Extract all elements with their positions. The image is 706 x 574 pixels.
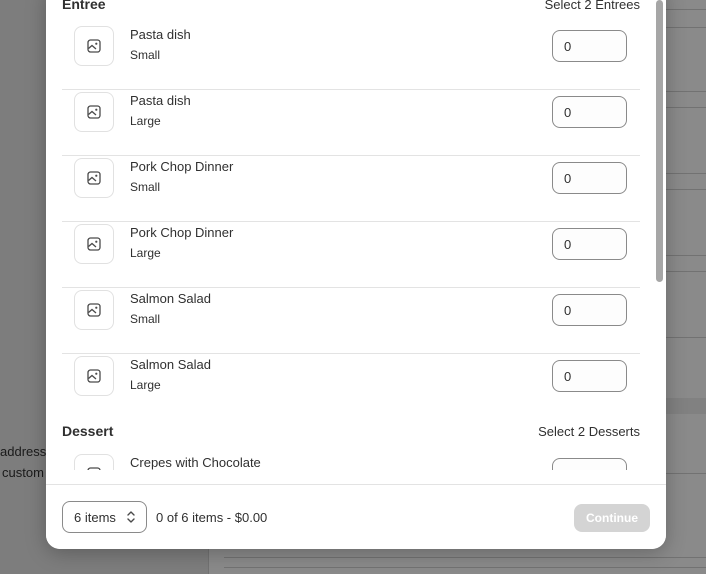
list-item: Salmon Salad Small [62, 288, 640, 354]
item-variant: Large [130, 246, 161, 260]
list-item: Pork Chop Dinner Large [62, 222, 640, 288]
background-divider [666, 173, 706, 174]
image-placeholder-icon [74, 26, 114, 66]
modal-footer: 6 items 0 of 6 items - $0.00 Continue [46, 484, 666, 549]
section-header-entree: Entree Select 2 Entrees [62, 0, 640, 15]
background-text: custom [2, 465, 44, 480]
background-divider [666, 107, 706, 108]
item-variant: Large [130, 378, 161, 392]
quantity-input[interactable] [552, 294, 627, 326]
selection-summary: 0 of 6 items - $0.00 [156, 510, 268, 525]
image-placeholder-icon [74, 290, 114, 330]
image-placeholder-icon [74, 92, 114, 132]
item-variant: Small [130, 312, 161, 326]
modal-body: Entree Select 2 Entrees Pasta dish Small… [46, 0, 666, 470]
background-divider [666, 189, 706, 190]
image-placeholder-icon [74, 356, 114, 396]
item-name: Crepes with Chocolate [130, 455, 261, 470]
background-divider [666, 91, 706, 92]
chevron-up-down-icon [126, 509, 136, 528]
quantity-input[interactable] [552, 96, 627, 128]
section-hint: Select 2 Entrees [544, 0, 640, 12]
quantity-input[interactable] [552, 228, 627, 260]
image-placeholder-icon [74, 224, 114, 264]
continue-button[interactable]: Continue [574, 504, 650, 532]
item-name: Pasta dish [130, 93, 191, 108]
list-item: Crepes with Chocolate [62, 452, 640, 470]
section-title: Entree [62, 0, 106, 12]
item-variant: Small [130, 180, 161, 194]
quantity-input[interactable] [552, 360, 627, 392]
background-divider [666, 255, 706, 256]
item-name: Pork Chop Dinner [130, 225, 234, 240]
item-name: Salmon Salad [130, 357, 211, 372]
items-count-select[interactable]: 6 items [62, 501, 147, 533]
item-name: Pork Chop Dinner [130, 159, 234, 174]
list-item: Pork Chop Dinner Small [62, 156, 640, 222]
section-title: Dessert [62, 423, 114, 439]
background-divider [666, 27, 706, 28]
image-placeholder-icon [74, 454, 114, 470]
background-divider [666, 473, 706, 474]
image-placeholder-icon [74, 158, 114, 198]
section-hint: Select 2 Desserts [538, 423, 640, 439]
background-divider [666, 271, 706, 272]
item-variant: Small [130, 48, 161, 62]
items-count-label: 6 items [74, 509, 116, 525]
quantity-input[interactable] [552, 458, 627, 470]
quantity-input[interactable] [552, 162, 627, 194]
item-name: Pasta dish [130, 27, 191, 42]
background-divider [666, 9, 706, 10]
scrollbar[interactable] [656, 0, 663, 282]
bundle-modal: Entree Select 2 Entrees Pasta dish Small… [46, 0, 666, 549]
list-item: Salmon Salad Large [62, 354, 640, 420]
section-header-dessert: Dessert Select 2 Desserts [62, 420, 640, 442]
item-name: Salmon Salad [130, 291, 211, 306]
background-divider [224, 557, 706, 558]
list-item: Pasta dish Large [62, 90, 640, 156]
background-divider [224, 567, 706, 568]
item-variant: Large [130, 114, 161, 128]
background-text: address [0, 444, 47, 459]
quantity-input[interactable] [552, 30, 627, 62]
list-item: Pasta dish Small [62, 24, 640, 90]
background-divider [666, 337, 706, 338]
